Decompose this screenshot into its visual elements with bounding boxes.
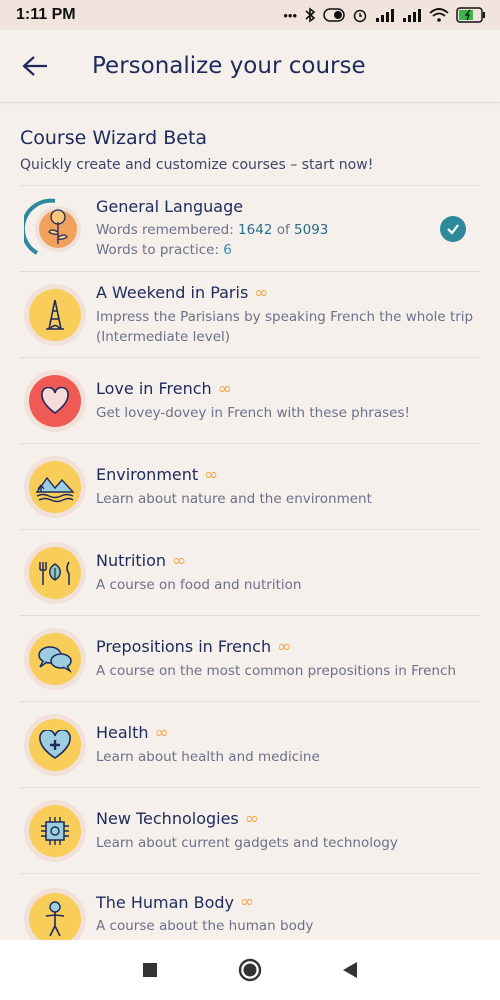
course-item-human-body[interactable]: The Human Body ∞ A course about the human… <box>20 874 480 950</box>
triangle-back-icon <box>343 962 357 978</box>
course-title: Environment <box>96 465 199 484</box>
course-title: Health <box>96 723 149 742</box>
infinity-icon: ∞ <box>204 464 219 485</box>
course-title: Nutrition <box>96 551 167 570</box>
bluetooth-icon <box>304 7 316 23</box>
course-item-prepositions-in-french[interactable]: Prepositions in French ∞ A course on the … <box>20 616 480 702</box>
course-title: The Human Body <box>96 892 235 912</box>
course-item-new-technologies[interactable]: New Technologies ∞ Learn about current ga… <box>20 788 480 874</box>
wifi-icon <box>429 8 449 22</box>
course-description: A course on the most common prepositions… <box>96 662 457 679</box>
course-item-health[interactable]: Health ∞ Learn about health and medicine <box>20 702 480 788</box>
eiffel-tower-icon <box>29 288 81 341</box>
course-title: Prepositions in French <box>96 637 272 656</box>
course-title: Love in French <box>96 379 212 398</box>
back-nav-button[interactable] <box>335 955 365 985</box>
heart-icon <box>29 374 81 427</box>
mountains-icon <box>29 460 81 513</box>
body-icon <box>29 893 81 945</box>
system-navigation-bar <box>0 940 500 1000</box>
course-description: A course about the human body <box>96 918 314 934</box>
circle-icon <box>238 958 262 982</box>
status-icons: ••• <box>283 7 486 23</box>
infinity-icon: ∞ <box>254 282 269 303</box>
infinity-icon: ∞ <box>244 808 259 829</box>
course-title: General Language <box>96 197 244 216</box>
course-item-environment[interactable]: Environment ∞ Learn about nature and the … <box>20 444 480 530</box>
course-description: Get lovey-dovey in French with these phr… <box>96 404 410 421</box>
speech-bubbles-icon <box>29 632 81 685</box>
course-description: Learn about health and medicine <box>96 748 320 765</box>
wizard-subtitle: Quickly create and customize courses – s… <box>20 157 480 186</box>
battery-icon <box>456 7 486 23</box>
page-title: Personalize your course <box>92 53 366 79</box>
course-description: Learn about nature and the environment <box>96 490 372 507</box>
total-count: 5093 <box>294 222 329 238</box>
course-text: General Language Words remembered: 1642 … <box>96 197 480 260</box>
course-description: Learn about current gadgets and technolo… <box>96 834 398 851</box>
home-button[interactable] <box>235 955 265 985</box>
course-item-nutrition[interactable]: Nutrition ∞ A course on food and nutritio… <box>20 530 480 616</box>
course-item-weekend-in-paris[interactable]: A Weekend in Paris ∞ Impress the Parisian… <box>20 272 480 358</box>
back-button[interactable] <box>0 30 70 102</box>
words-remembered: Words remembered: 1642 of 5093 <box>96 222 329 238</box>
remembered-count: 1642 <box>238 222 273 238</box>
toggle-icon <box>323 8 345 22</box>
infinity-icon: ∞ <box>277 636 292 657</box>
status-time: 1:11 PM <box>16 6 76 23</box>
app-bar: Personalize your course <box>0 30 500 103</box>
course-title: A Weekend in Paris <box>96 283 249 302</box>
selected-check-icon <box>440 215 466 242</box>
arrow-left-icon <box>22 56 47 76</box>
food-icon <box>29 546 81 599</box>
infinity-icon: ∞ <box>240 892 255 912</box>
infinity-icon: ∞ <box>172 550 187 571</box>
more-dots-icon: ••• <box>283 7 297 23</box>
signal-icon-2 <box>402 8 422 22</box>
practice-count: 6 <box>223 242 232 258</box>
course-description: Impress the Parisians by speaking French… <box>96 308 474 345</box>
alarm-icon <box>352 7 368 23</box>
wizard-title[interactable]: Course Wizard Beta <box>20 127 480 149</box>
course-item-love-in-french[interactable]: Love in French ∞ Get lovey-dovey in Frenc… <box>20 358 480 444</box>
signal-icon <box>375 8 395 22</box>
course-item-general-language[interactable]: General Language Words remembered: 1642 … <box>20 186 480 272</box>
sun-plant-icon <box>24 198 86 260</box>
square-icon <box>143 963 157 977</box>
chip-icon <box>29 804 81 857</box>
infinity-icon: ∞ <box>217 378 232 399</box>
course-list: General Language Words remembered: 1642 … <box>0 186 500 950</box>
course-description: A course on food and nutrition <box>96 576 302 593</box>
recent-apps-button[interactable] <box>135 955 165 985</box>
infinity-icon: ∞ <box>154 722 169 743</box>
course-wizard-section: Course Wizard Beta Quickly create and cu… <box>0 103 500 186</box>
course-title: New Technologies <box>96 809 239 828</box>
health-heart-icon <box>29 718 81 771</box>
status-bar: 1:11 PM ••• <box>0 0 500 30</box>
words-to-practice: Words to practice: 6 <box>96 242 232 258</box>
